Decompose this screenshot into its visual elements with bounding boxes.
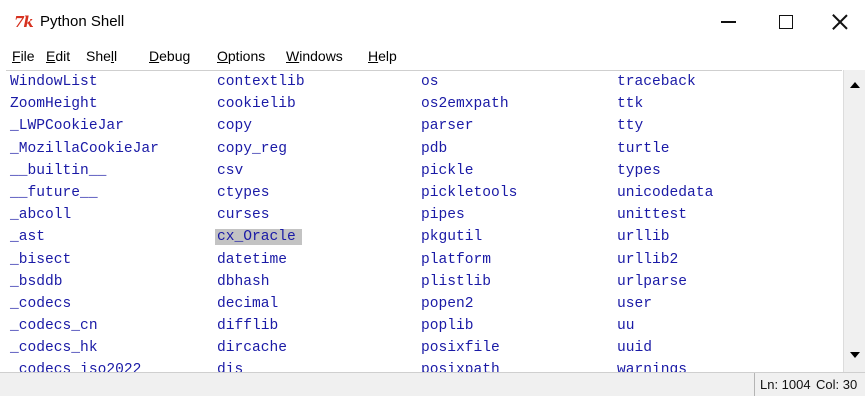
module-name[interactable]: parser — [417, 115, 613, 137]
module-name[interactable]: turtle — [613, 138, 842, 160]
module-name[interactable]: poplib — [417, 315, 613, 337]
close-button[interactable] — [817, 0, 863, 44]
vertical-scrollbar[interactable] — [843, 70, 865, 372]
module-name[interactable]: dbhash — [213, 271, 417, 293]
menu-options[interactable]: Options — [217, 48, 265, 64]
module-name[interactable]: pdb — [417, 138, 613, 160]
menu-edit[interactable]: Edit — [46, 48, 70, 64]
menu-bar: File Edit Shell Debug Options Windows He… — [0, 44, 865, 68]
module-name[interactable]: ZoomHeight — [6, 93, 213, 115]
title-bar: 7k Python Shell — [0, 0, 865, 44]
module-name[interactable]: os2emxpath — [417, 93, 613, 115]
module-name[interactable]: csv — [213, 160, 417, 182]
status-divider — [754, 373, 755, 396]
module-name[interactable]: dircache — [213, 337, 417, 359]
module-name[interactable]: _codecs_iso2022 — [6, 359, 213, 373]
maximize-button[interactable] — [763, 0, 809, 44]
module-name[interactable]: _codecs_hk — [6, 337, 213, 359]
module-name[interactable]: os — [417, 71, 613, 93]
module-name[interactable]: _abcoll — [6, 204, 213, 226]
module-name[interactable]: difflib — [213, 315, 417, 337]
module-name[interactable]: posixfile — [417, 337, 613, 359]
module-name[interactable]: pkgutil — [417, 226, 613, 248]
module-name[interactable]: warnings — [613, 359, 842, 373]
module-name[interactable]: traceback — [613, 71, 842, 93]
menu-windows[interactable]: Windows — [286, 48, 343, 64]
module-name-selected[interactable]: cx_Oracle — [213, 226, 417, 248]
module-name[interactable]: user — [613, 293, 842, 315]
module-name[interactable]: __future__ — [6, 182, 213, 204]
python-idle-icon: 7k — [14, 13, 34, 31]
module-name[interactable]: curses — [213, 204, 417, 226]
module-name[interactable]: unittest — [613, 204, 842, 226]
maximize-icon — [779, 15, 793, 29]
module-name[interactable]: _codecs — [6, 293, 213, 315]
module-name[interactable]: decimal — [213, 293, 417, 315]
module-name[interactable]: unicodedata — [613, 182, 842, 204]
shell-text-area[interactable]: WindowList contextlib os traceback ZoomHeigh… — [6, 70, 842, 373]
module-name[interactable]: _MozillaCookieJar — [6, 138, 213, 160]
menu-file[interactable]: File — [12, 48, 35, 64]
module-name[interactable]: contextlib — [213, 71, 417, 93]
module-name[interactable]: _LWPCookieJar — [6, 115, 213, 137]
module-name[interactable]: urllib — [613, 226, 842, 248]
menu-help[interactable]: Help — [368, 48, 397, 64]
module-name[interactable]: dis — [213, 359, 417, 373]
module-name[interactable]: uuid — [613, 337, 842, 359]
menu-debug[interactable]: Debug — [149, 48, 190, 64]
module-name[interactable]: _ast — [6, 226, 213, 248]
module-name[interactable]: ctypes — [213, 182, 417, 204]
module-name[interactable]: types — [613, 160, 842, 182]
module-name[interactable]: posixpath — [417, 359, 613, 373]
module-name[interactable]: pipes — [417, 204, 613, 226]
module-name[interactable]: _codecs_cn — [6, 315, 213, 337]
module-name[interactable]: platform — [417, 249, 613, 271]
minimize-button[interactable] — [705, 0, 751, 44]
close-icon — [832, 14, 848, 30]
module-name[interactable]: copy_reg — [213, 138, 417, 160]
module-name[interactable]: popen2 — [417, 293, 613, 315]
module-name[interactable]: plistlib — [417, 271, 613, 293]
status-bar: Ln: 1004 Col: 30 — [0, 372, 865, 396]
status-line: Ln: 1004 — [760, 377, 811, 392]
module-name[interactable]: pickle — [417, 160, 613, 182]
status-column: Col: 30 — [816, 377, 858, 392]
module-name[interactable]: cookielib — [213, 93, 417, 115]
module-name[interactable]: _bisect — [6, 249, 213, 271]
module-name[interactable]: _bsddb — [6, 271, 213, 293]
scroll-up-arrow-icon[interactable] — [850, 82, 860, 88]
module-name[interactable]: WindowList — [6, 71, 213, 93]
scroll-down-arrow-icon[interactable] — [850, 352, 860, 358]
module-name[interactable]: ttk — [613, 93, 842, 115]
module-name[interactable]: copy — [213, 115, 417, 137]
module-name[interactable]: __builtin__ — [6, 160, 213, 182]
menu-shell[interactable]: Shell — [86, 48, 117, 64]
module-list: WindowList contextlib os traceback ZoomHeigh… — [6, 71, 842, 373]
module-name[interactable]: urllib2 — [613, 249, 842, 271]
module-name[interactable]: datetime — [213, 249, 417, 271]
module-name[interactable]: tty — [613, 115, 842, 137]
minimize-icon — [720, 21, 736, 23]
module-name[interactable]: pickletools — [417, 182, 613, 204]
module-name[interactable]: uu — [613, 315, 842, 337]
module-name[interactable]: urlparse — [613, 271, 842, 293]
window-title: Python Shell — [40, 13, 125, 30]
